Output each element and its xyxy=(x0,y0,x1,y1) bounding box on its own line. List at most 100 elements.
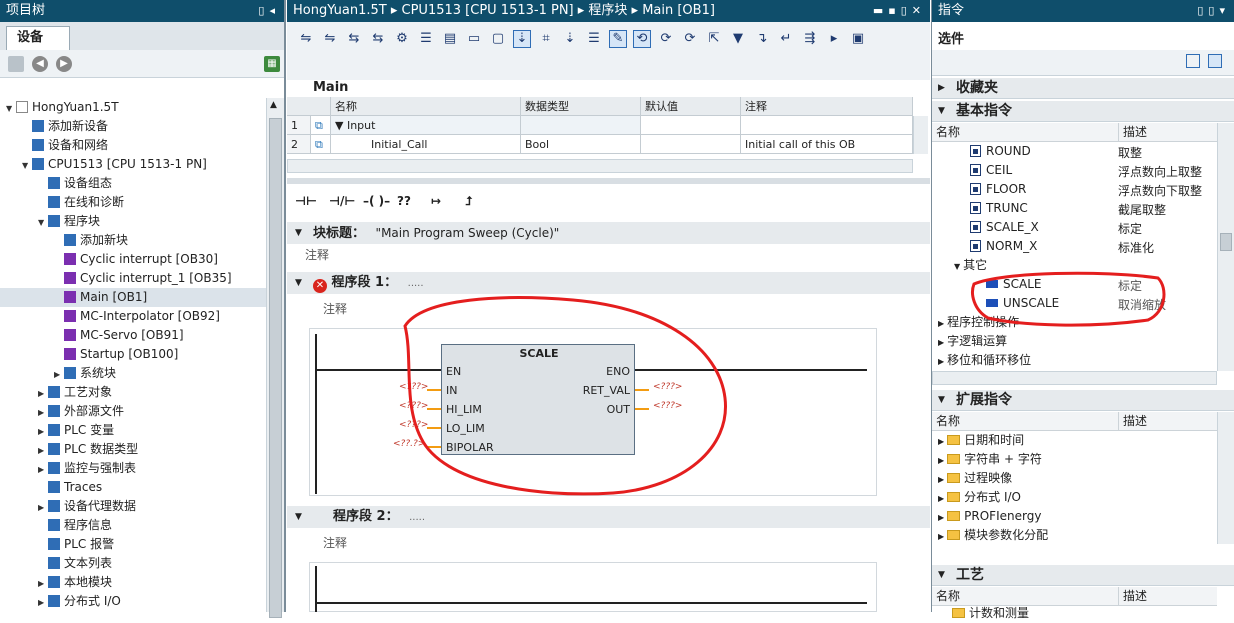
expand-arrow-icon[interactable]: ▶ xyxy=(38,403,48,422)
network-2-area[interactable] xyxy=(309,562,877,612)
expand-arrow-icon[interactable]: ▶ xyxy=(938,78,945,99)
editor-toolbar-button[interactable]: ▼ xyxy=(729,30,747,48)
editor-toolbar-button[interactable]: ↵ xyxy=(777,30,795,48)
expand-arrow-icon[interactable]: ▶ xyxy=(38,574,48,593)
extended-folder-item[interactable]: ▶ 过程映像 xyxy=(938,469,1012,488)
tree-item[interactable]: ▶ 分布式 I/O xyxy=(0,592,266,611)
block-title-section[interactable]: ▼ 块标题： "Main Program Sweep (Cycle)" xyxy=(287,222,930,244)
tree-item[interactable]: ▶ 本地模块 xyxy=(0,573,266,592)
tree-item[interactable]: 添加新块 xyxy=(0,231,266,250)
lad-element-button[interactable]: ⊣⊢ xyxy=(295,194,317,208)
tech-item-counting[interactable]: 计数和测量 xyxy=(952,604,1029,623)
col-default-header[interactable]: 默认值 xyxy=(641,97,741,116)
expand-arrow-icon[interactable]: ▶ xyxy=(38,422,48,441)
extended-folder-item[interactable]: ▶ PROFIenergy xyxy=(938,507,1041,526)
tree-item[interactable]: Traces xyxy=(0,478,266,497)
extended-instructions-section[interactable]: ▼ 扩展指令 xyxy=(932,390,1234,411)
panel-window-controls[interactable]: ▯◂ xyxy=(258,0,280,22)
tree-item[interactable]: ▼ CPU1513 [CPU 1513-1 PN] xyxy=(0,155,266,174)
editor-toolbar-button[interactable]: ✎ xyxy=(609,30,627,48)
tree-item[interactable]: ▶ 外部源文件 xyxy=(0,402,266,421)
tree-item[interactable]: 添加新设备 xyxy=(0,117,266,136)
tree-item[interactable]: 设备组态 xyxy=(0,174,266,193)
extended-folder-item[interactable]: ▶ 日期和时间 xyxy=(938,431,1024,450)
editor-toolbar-button[interactable]: ⇆ xyxy=(369,30,387,48)
extended-folder-item[interactable]: ▶ 分布式 I/O xyxy=(938,488,1021,507)
network-2-comment[interactable]: 注释 xyxy=(323,534,347,551)
instruction-item[interactable]: FLOOR xyxy=(970,180,1026,199)
tree-scrollbar[interactable]: ▲ xyxy=(266,98,284,618)
extended-folder-item[interactable]: ▶ 模块参数化分配 xyxy=(938,526,1048,545)
instruction-item[interactable]: CEIL xyxy=(970,161,1012,180)
expand-arrow-icon[interactable]: ▶ xyxy=(938,338,944,347)
editor-toolbar-button[interactable]: ▣ xyxy=(849,30,867,48)
splitter[interactable] xyxy=(287,178,930,184)
calculator-icon[interactable] xyxy=(1208,54,1222,68)
row-initial-call-name[interactable]: Initial_Call xyxy=(331,135,521,154)
tree-item[interactable]: PLC 报警 xyxy=(0,535,266,554)
expand-arrow-icon[interactable]: ▶ xyxy=(938,532,944,541)
tree-item[interactable]: ▼ 程序块 xyxy=(0,212,266,231)
scroll-up-arrow[interactable]: ▲ xyxy=(270,100,277,110)
tree-item[interactable]: ▶ 设备代理数据 xyxy=(0,497,266,516)
expand-arrow-icon[interactable]: ▶ xyxy=(38,441,48,460)
lad-element-button[interactable]: ↦ xyxy=(431,194,441,208)
expand-arrow-icon[interactable]: ▶ xyxy=(938,357,944,366)
lad-element-button[interactable]: ?? xyxy=(397,194,411,208)
editor-toolbar-button[interactable]: ⇋ xyxy=(321,30,339,48)
tree-item[interactable]: Cyclic interrupt [OB30] xyxy=(0,250,266,269)
editor-window-controls[interactable]: ▬▪▯✕ xyxy=(873,0,926,22)
tree-item[interactable]: ▶ PLC 数据类型 xyxy=(0,440,266,459)
expand-arrow-icon[interactable]: ▶ xyxy=(938,494,944,503)
tree-item[interactable]: ▶ 工艺对象 xyxy=(0,383,266,402)
tree-item[interactable]: MC-Servo [OB91] xyxy=(0,326,266,345)
instruction-item[interactable]: TRUNC xyxy=(970,199,1028,218)
collapse-arrow-icon[interactable]: ▼ xyxy=(938,390,945,411)
network-1-comment[interactable]: 注释 xyxy=(323,300,347,317)
tree-item[interactable]: MC-Interpolator [OB92] xyxy=(0,307,266,326)
tree-item[interactable]: ▼ HongYuan1.5T xyxy=(0,98,266,117)
editor-toolbar-button[interactable]: ⟳ xyxy=(657,30,675,48)
tab-devices[interactable]: 设备 xyxy=(6,26,70,50)
editor-toolbar-button[interactable]: ⚙ xyxy=(393,30,411,48)
expand-arrow-icon[interactable]: ▶ xyxy=(38,384,48,403)
collapse-arrow-icon[interactable]: ▼ xyxy=(295,222,302,244)
editor-toolbar-button[interactable]: ⇣ xyxy=(561,30,579,48)
collapse-arrow-icon[interactable]: ▼ xyxy=(938,565,945,586)
collapse-arrow-icon[interactable]: ▼ xyxy=(295,272,302,294)
instruction-item[interactable]: SCALE_X xyxy=(970,218,1039,237)
editor-toolbar-button[interactable]: ☰ xyxy=(585,30,603,48)
basic-scroll-thumb[interactable] xyxy=(1220,233,1232,251)
editor-toolbar-button[interactable]: ▢ xyxy=(489,30,507,48)
block-comment[interactable]: 注释 xyxy=(305,246,329,263)
editor-toolbar-button[interactable]: ⟳ xyxy=(681,30,699,48)
row-initial-call-comment[interactable]: Initial call of this OB xyxy=(741,135,913,154)
instructions-window-controls[interactable]: ▯▯▾ xyxy=(1197,0,1230,22)
editor-toolbar-button[interactable]: ▸ xyxy=(825,30,843,48)
editor-toolbar-button[interactable]: ⟲ xyxy=(633,30,651,48)
tree-item[interactable]: 在线和诊断 xyxy=(0,193,266,212)
editor-toolbar-button[interactable]: ▭ xyxy=(465,30,483,48)
editor-toolbar-button[interactable]: ⇆ xyxy=(345,30,363,48)
instruction-item[interactable]: ▶ 移位和循环移位 xyxy=(938,351,1031,370)
technology-section[interactable]: ▼ 工艺 xyxy=(932,565,1234,586)
collapse-arrow-icon[interactable]: ▼ xyxy=(38,213,48,232)
network-2-dots[interactable]: ..... xyxy=(409,512,425,523)
tree-item[interactable]: 设备和网络 xyxy=(0,136,266,155)
expand-arrow-icon[interactable]: ▶ xyxy=(938,319,944,328)
editor-toolbar-button[interactable]: ☰ xyxy=(417,30,435,48)
instruction-item[interactable]: ROUND xyxy=(970,142,1031,161)
tree-item[interactable]: ▶ 系统块 xyxy=(0,364,266,383)
collapse-arrow-icon[interactable]: ▼ xyxy=(6,99,16,118)
expand-arrow-icon[interactable]: ▶ xyxy=(938,456,944,465)
expand-arrow-icon[interactable]: ▶ xyxy=(38,593,48,612)
favorites-section[interactable]: ▶ 收藏夹 xyxy=(932,78,1234,99)
expand-arrow-icon[interactable]: ▶ xyxy=(938,475,944,484)
tree-item[interactable]: ▶ PLC 变量 xyxy=(0,421,266,440)
expand-arrow-icon[interactable]: ▶ xyxy=(938,513,944,522)
editor-toolbar-button[interactable]: ⌗ xyxy=(537,30,555,48)
col-type-header[interactable]: 数据类型 xyxy=(521,97,641,116)
row-initial-call-default[interactable]: ▤ xyxy=(641,135,741,154)
expand-arrow-icon[interactable]: ▶ xyxy=(54,365,64,384)
collapse-arrow-icon[interactable]: ▼ xyxy=(295,506,302,528)
